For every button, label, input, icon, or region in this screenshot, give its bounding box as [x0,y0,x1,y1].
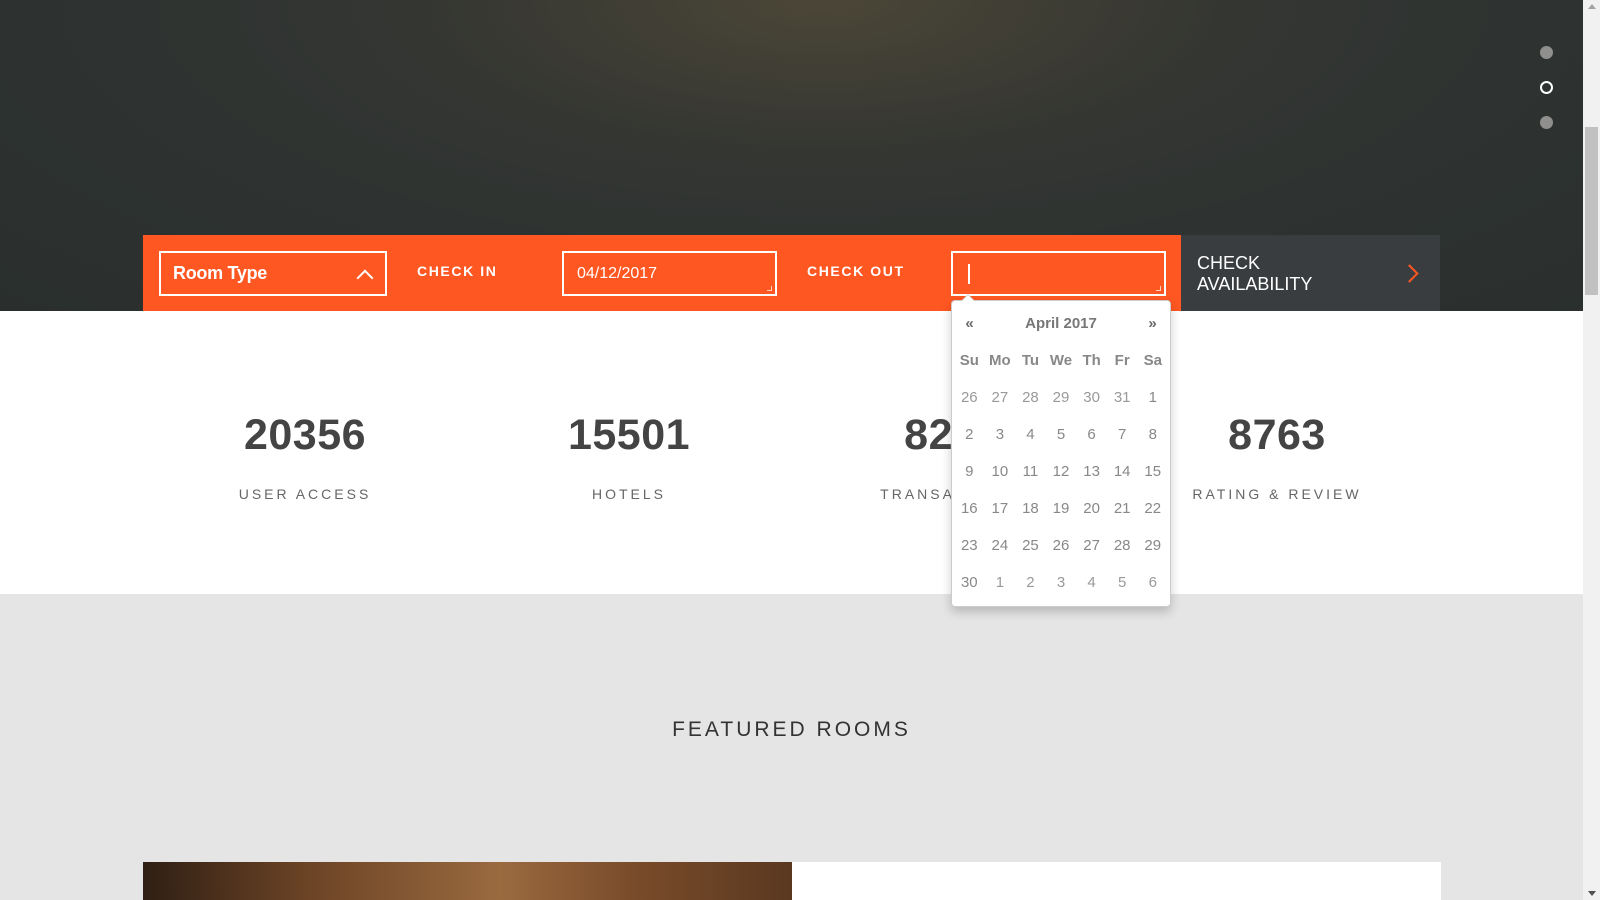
weekday-label: Su [959,352,979,369]
check-in-label: CHECK IN [417,263,498,279]
stat-user-access: 20356 USER ACCESS [155,411,455,502]
weekday-label: Tu [1021,352,1040,369]
scrollbar-thumb[interactable] [1585,127,1598,295]
calendar-week: 23 24 25 26 27 28 29 [954,527,1168,564]
weekday-header-row: Su Mo Tu We Th Fr Sa [954,342,1168,379]
calendar-day[interactable]: 23 [954,537,985,554]
calendar-day[interactable]: 17 [985,500,1016,517]
vertical-scrollbar[interactable] [1583,0,1600,900]
calendar-day[interactable]: 24 [985,537,1016,554]
calendar-day[interactable]: 30 [954,574,985,591]
calendar-day[interactable]: 5 [1046,426,1077,443]
datepicker-month-title[interactable]: April 2017 [985,315,1137,332]
calendar-day[interactable]: 2 [954,426,985,443]
text-caret [968,263,970,284]
stat-value: 20356 [243,411,367,459]
check-availability-button[interactable]: CHECK AVAILABILITY [1181,235,1440,312]
scroll-up-icon[interactable] [1588,4,1596,9]
slider-pagination [1540,46,1554,151]
check-availability-label: CHECK AVAILABILITY [1197,252,1313,294]
booking-bar: Room Type CHECK IN 04/12/2017 CHECK OUT … [143,235,1440,312]
weekday-label: Mo [989,352,1011,369]
stat-label: RATING & REVIEW [1192,486,1362,502]
calendar-day[interactable]: 26 [954,389,985,406]
room-card [792,862,1441,900]
calendar-day[interactable]: 20 [1076,500,1107,517]
calendar-day[interactable]: 19 [1046,500,1077,517]
calendar-week: 26 27 28 29 30 31 1 [954,379,1168,416]
stat-rating-review: 8763 RATING & REVIEW [1127,411,1427,502]
calendar-day[interactable]: 14 [1107,463,1138,480]
calendar-day[interactable]: 7 [1107,426,1138,443]
next-month-button[interactable]: » [1137,315,1168,332]
stat-value: 8763 [1228,411,1326,459]
calendar-day[interactable]: 27 [985,389,1016,406]
stat-value: 15501 [567,411,691,459]
datepicker-header: « April 2017 » [954,305,1168,342]
check-out-label: CHECK OUT [807,263,905,279]
calendar-day[interactable]: 30 [1076,389,1107,406]
stats-section: 20356 USER ACCESS 15501 HOTELS 8245 TRAN… [0,311,1583,594]
calendar-day[interactable]: 29 [1137,537,1168,554]
resize-grip-icon [1156,286,1161,291]
calendar-day[interactable]: 12 [1046,463,1077,480]
slider-dot-2[interactable] [1540,81,1553,94]
calendar-day[interactable]: 28 [1015,389,1046,406]
resize-grip-icon [767,286,772,291]
calendar-day[interactable]: 1 [1137,389,1168,406]
calendar-day[interactable]: 16 [954,500,985,517]
prev-month-button[interactable]: « [954,315,985,332]
stat-hotels: 15501 HOTELS [479,411,779,502]
check-in-value: 04/12/2017 [577,264,658,282]
calendar-day[interactable]: 1 [985,574,1016,591]
weekday-label: Sa [1143,352,1162,369]
arrow-right-icon [1400,264,1419,283]
stat-label: HOTELS [591,486,666,502]
calendar-day[interactable]: 25 [1015,537,1046,554]
featured-rooms-section: FEATURED ROOMS [0,594,1583,900]
calendar-day[interactable]: 21 [1107,500,1138,517]
calendar-day[interactable]: 11 [1015,463,1046,480]
weekday-label: Th [1082,352,1101,369]
calendar-day[interactable]: 15 [1137,463,1168,480]
calendar-day[interactable]: 18 [1015,500,1046,517]
check-out-input[interactable] [951,251,1166,296]
calendar-day[interactable]: 6 [1137,574,1168,591]
scroll-down-icon[interactable] [1588,891,1596,896]
calendar-week: 2 3 4 5 6 7 8 [954,416,1168,453]
check-in-input[interactable]: 04/12/2017 [562,251,777,296]
calendar-day[interactable]: 29 [1046,389,1077,406]
calendar-day[interactable]: 2 [1015,574,1046,591]
calendar-day[interactable]: 5 [1107,574,1138,591]
calendar-day[interactable]: 4 [1015,426,1046,443]
room-image[interactable] [143,862,792,900]
featured-rooms-title: FEATURED ROOMS [672,718,911,741]
calendar-day[interactable]: 26 [1046,537,1077,554]
calendar-day[interactable]: 8 [1137,426,1168,443]
weekday-label: Fr [1114,352,1130,369]
room-type-select[interactable]: Room Type [159,251,387,296]
calendar-week: 9 10 11 12 13 14 15 [954,453,1168,490]
calendar-day[interactable]: 22 [1137,500,1168,517]
datepicker-popup: « April 2017 » Su Mo Tu We Th Fr Sa 26 2… [951,294,1171,607]
chevron-up-icon [356,269,374,286]
calendar-week: 30 1 2 3 4 5 6 [954,564,1168,601]
calendar-day[interactable]: 27 [1076,537,1107,554]
calendar-week: 16 17 18 19 20 21 22 [954,490,1168,527]
calendar-day[interactable]: 13 [1076,463,1107,480]
slider-dot-3[interactable] [1540,116,1553,129]
room-type-label: Room Type [173,263,267,283]
calendar-day[interactable]: 4 [1076,574,1107,591]
slider-dot-1[interactable] [1540,46,1553,59]
calendar-day[interactable]: 9 [954,463,985,480]
stat-label: USER ACCESS [238,486,372,502]
calendar-day[interactable]: 28 [1107,537,1138,554]
calendar-day[interactable]: 6 [1076,426,1107,443]
calendar-day[interactable]: 31 [1107,389,1138,406]
weekday-label: We [1049,352,1073,369]
calendar-day[interactable]: 3 [985,426,1016,443]
calendar-day[interactable]: 10 [985,463,1016,480]
calendar-day[interactable]: 3 [1046,574,1077,591]
